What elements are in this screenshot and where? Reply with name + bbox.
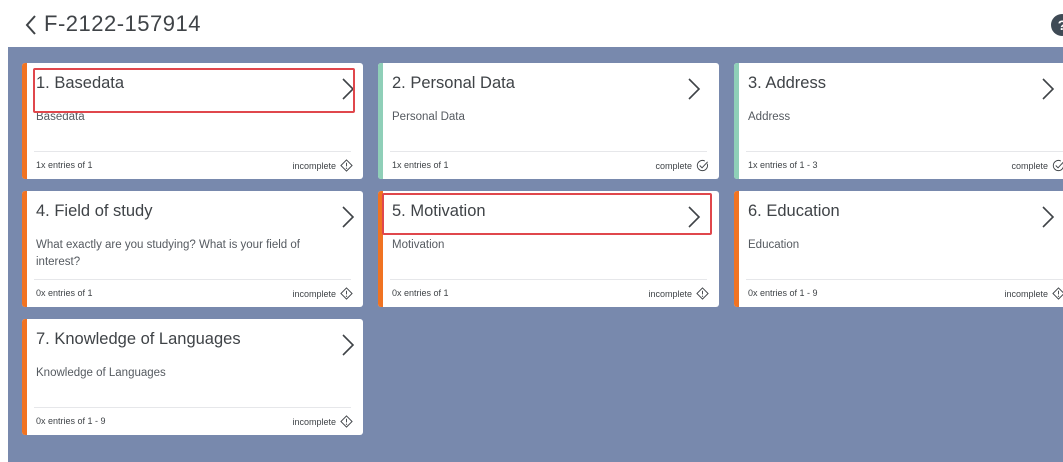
- status-bar: [22, 191, 27, 307]
- card-description: Knowledge of Languages: [36, 367, 166, 379]
- sections-panel: 1. Basedata Basedata 1x entries of 1 inc…: [8, 47, 1063, 462]
- chevron-right-icon[interactable]: [687, 77, 701, 101]
- card-description: Basedata: [36, 111, 85, 123]
- entries-count: 0x entries of 1 - 9: [748, 288, 818, 298]
- section-card-personal-data[interactable]: 2. Personal Data Personal Data 1x entrie…: [378, 63, 719, 179]
- section-card-field-of-study[interactable]: 4. Field of study What exactly are you s…: [22, 191, 363, 307]
- help-button[interactable]: ?: [1051, 14, 1063, 36]
- status-bar: [378, 191, 383, 307]
- check-circle-icon: [696, 160, 708, 172]
- card-description: What exactly are you studying? What is y…: [36, 239, 300, 268]
- entries-count: 1x entries of 1: [392, 160, 449, 170]
- card-description: Personal Data: [392, 111, 465, 123]
- card-description: Address: [748, 111, 791, 123]
- divider: [390, 151, 707, 152]
- card-title: 5. Motivation: [392, 202, 486, 220]
- chevron-right-icon[interactable]: [687, 205, 701, 229]
- entries-count: 0x entries of 1 - 9: [36, 416, 106, 426]
- status-indicator: incomplete: [1004, 287, 1063, 300]
- section-card-basedata[interactable]: 1. Basedata Basedata 1x entries of 1 inc…: [22, 63, 363, 179]
- status-label: incomplete: [1004, 288, 1048, 299]
- card-title: 4. Field of study: [36, 202, 153, 220]
- chevron-right-icon[interactable]: [341, 77, 355, 101]
- section-card-motivation[interactable]: 5. Motivation Motivation 0x entries of 1…: [378, 191, 719, 307]
- diamond-info-icon: [340, 287, 353, 300]
- section-card-knowledge-of-languages[interactable]: 7. Knowledge of Languages Knowledge of L…: [22, 319, 363, 435]
- back-chevron-icon[interactable]: [22, 13, 42, 37]
- section-card-address[interactable]: 3. Address Address 1x entries of 1 - 3 c…: [734, 63, 1063, 179]
- entries-count: 1x entries of 1: [36, 160, 93, 170]
- status-label: complete: [655, 160, 692, 171]
- status-label: incomplete: [292, 416, 336, 427]
- chevron-right-icon[interactable]: [341, 333, 355, 357]
- status-bar: [22, 63, 27, 179]
- diamond-info-icon: [1052, 287, 1063, 300]
- card-title: 2. Personal Data: [392, 74, 515, 92]
- page-title: F-2122-157914: [44, 11, 201, 36]
- status-bar: [378, 63, 383, 179]
- card-description: Education: [748, 239, 800, 251]
- divider: [746, 151, 1063, 152]
- diamond-info-icon: [340, 159, 353, 172]
- entries-count: 0x entries of 1: [392, 288, 449, 298]
- status-label: incomplete: [292, 160, 336, 171]
- status-indicator: incomplete: [648, 287, 709, 300]
- card-title: 6. Education: [748, 202, 840, 220]
- chevron-right-icon[interactable]: [1041, 77, 1055, 101]
- diamond-info-icon: [340, 415, 353, 428]
- status-label: incomplete: [292, 288, 336, 299]
- divider: [746, 279, 1063, 280]
- entries-count: 0x entries of 1: [36, 288, 93, 298]
- section-card-education[interactable]: 6. Education Education 0x entries of 1 -…: [734, 191, 1063, 307]
- chevron-right-icon[interactable]: [1041, 205, 1055, 229]
- chevron-right-icon[interactable]: [341, 205, 355, 229]
- status-label: incomplete: [648, 288, 692, 299]
- status-bar: [22, 319, 27, 435]
- status-bar: [734, 191, 739, 307]
- card-title: 1. Basedata: [36, 74, 125, 92]
- check-circle-icon: [1052, 160, 1063, 172]
- divider: [34, 151, 351, 152]
- card-title: 7. Knowledge of Languages: [36, 330, 241, 348]
- status-indicator: incomplete: [292, 415, 353, 428]
- diamond-info-icon: [696, 287, 709, 300]
- status-indicator: incomplete: [292, 287, 353, 300]
- status-label: complete: [1011, 160, 1048, 171]
- card-title: 3. Address: [748, 74, 826, 92]
- divider: [34, 279, 351, 280]
- divider: [390, 279, 707, 280]
- status-indicator: incomplete: [292, 159, 353, 172]
- card-description: Motivation: [392, 239, 445, 251]
- header: F-2122-157914 ?: [0, 0, 1063, 47]
- entries-count: 1x entries of 1 - 3: [748, 160, 818, 170]
- status-indicator: complete: [655, 159, 709, 172]
- status-indicator: complete: [1011, 159, 1063, 172]
- status-bar: [734, 63, 739, 179]
- divider: [34, 407, 351, 408]
